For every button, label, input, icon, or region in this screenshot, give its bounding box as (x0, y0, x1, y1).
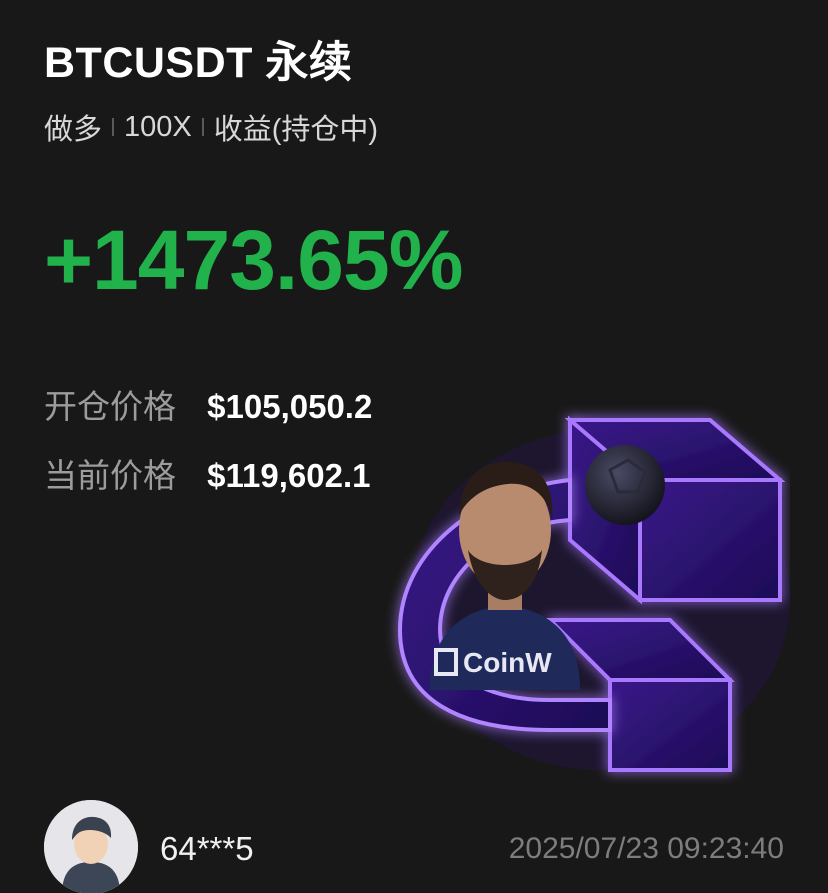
timestamp: 2025/07/23 09:23:40 (508, 832, 784, 865)
open-price-value: $105,050.2 (207, 388, 373, 425)
user-avatar-icon (44, 800, 138, 893)
pnl-percent: +1473.65% (44, 213, 463, 307)
open-price-label: 开仓价格 (44, 388, 176, 425)
user-name: 64***5 (160, 830, 254, 867)
current-price-value: $119,602.1 (207, 457, 371, 494)
current-price-row: 当前价格 $119,602.1 (44, 449, 371, 497)
leverage-label: 100X (124, 110, 192, 143)
divider (112, 118, 115, 136)
promo-artwork: CoinW (370, 400, 790, 790)
direction-label: 做多 (44, 114, 103, 146)
status-label: 收益(持仓中) (213, 114, 379, 146)
coinw-neon-logo-icon: CoinW (397, 415, 790, 772)
divider (201, 118, 204, 136)
current-price-label: 当前价格 (44, 457, 176, 494)
promo-brand-text: CoinW (463, 647, 552, 678)
open-price-row: 开仓价格 $105,050.2 (44, 380, 372, 428)
position-meta: 做多 100X 收益(持仓中) (44, 106, 378, 148)
page-title: BTCUSDT 永续 (44, 39, 353, 87)
